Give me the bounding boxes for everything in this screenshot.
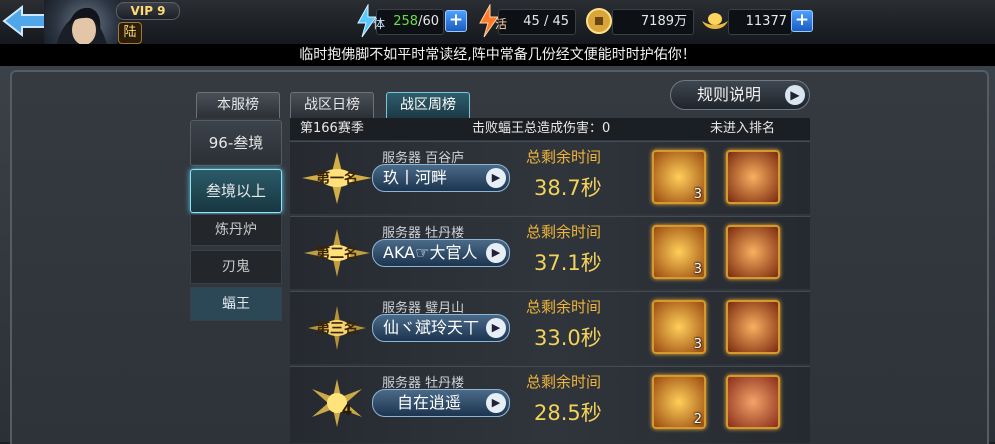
gold-display: 11377 [728, 9, 792, 35]
coins-value: 7189万 [640, 14, 687, 29]
energy-label: 活 [495, 17, 508, 31]
rank-first-emblem: 第一名 [300, 150, 374, 206]
rank-third-label: 第三名 [316, 321, 358, 337]
sidebar-item-alchemy-furnace[interactable]: 炼丹炉 [190, 214, 282, 246]
time-remaining-value: 33.0秒 [534, 326, 602, 350]
reward-count: 3 [693, 187, 702, 202]
player-name-button[interactable]: 仙ヾ斌玲天丅 ▶ [372, 314, 510, 342]
rules-button-label: 规则说明 [697, 85, 762, 104]
time-remaining-value: 37.1秒 [534, 251, 602, 275]
time-remaining-label: 总剩余时间 [526, 298, 602, 316]
treasure-chest-reward-icon[interactable] [726, 225, 780, 279]
rank-star-emblem: 4 [300, 375, 374, 431]
player-name-button[interactable]: 自在逍遥 ▶ [372, 389, 510, 417]
rank-number: 4 [341, 401, 353, 419]
player-name: 玖丨河畔 [383, 168, 448, 187]
treasure-chest-reward-icon[interactable] [726, 150, 780, 204]
coins-display: 7189万 [612, 9, 694, 35]
rank-row: 第二名 服务器 牡丹楼 AKA☞大官人 ▶ 总剩余时间 37.1秒 3 [290, 216, 810, 289]
chevron-right-icon: ▶ [486, 243, 506, 263]
sidebar-item-bat-king[interactable]: 蝠王 [190, 287, 282, 321]
rank-row: 第三名 服务器 璧月山 仙ヾ斌玲天丅 ▶ 总剩余时间 33.0秒 3 [290, 291, 810, 364]
chevron-right-icon: ▶ [486, 318, 506, 338]
rank-third-emblem: 第三名 [300, 300, 374, 356]
time-remaining-value: 38.7秒 [534, 176, 602, 200]
rank-row: 4 服务器 牡丹楼 自在逍遥 ▶ 总剩余时间 28.5秒 2 [290, 366, 810, 443]
rules-button[interactable]: 规则说明 ▶ [670, 80, 810, 110]
player-name: 自在逍遥 [397, 393, 462, 412]
vip-badge: VIP 9 [116, 2, 180, 20]
treasure-chest-reward-icon[interactable] [726, 300, 780, 354]
energy-value: 45 / 45 [523, 14, 569, 29]
player-name: 仙ヾ斌玲天丅 [383, 318, 480, 337]
gold-value: 11377 [745, 14, 787, 29]
chevron-right-icon: ▶ [486, 393, 506, 413]
season-label: 第166赛季 [300, 121, 364, 136]
reward-count: 3 [693, 337, 702, 352]
player-name: AKA☞大官人 [383, 243, 478, 262]
time-remaining-label: 总剩余时间 [526, 148, 602, 166]
rank-row: 第一名 服务器 百谷庐 玖丨河畔 ▶ 总剩余时间 38.7秒 3 [290, 141, 810, 214]
damage-label: 击败蝠王总造成伤害：0 [472, 121, 611, 136]
reward-count: 3 [693, 262, 702, 277]
reward-count: 2 [693, 412, 702, 427]
tab-zone-weekly[interactable]: 战区周榜 [386, 92, 470, 118]
rank-second-label: 第二名 [316, 246, 358, 262]
sidebar-item-96-sanjing[interactable]: 96-叁境 [190, 120, 282, 166]
time-remaining-value: 28.5秒 [534, 401, 602, 425]
rank-status-label: 未进入排名 [710, 121, 776, 136]
sidebar-item-blade-ghost[interactable]: 刃鬼 [190, 250, 282, 284]
energy-display: 活 45 / 45 [495, 9, 576, 35]
add-stamina-button[interactable]: + [445, 10, 467, 32]
player-name-button[interactable]: 玖丨河畔 ▶ [372, 164, 510, 192]
scroll-reward-icon[interactable] [726, 375, 780, 429]
gold-pile-reward-icon[interactable]: 2 [652, 375, 706, 429]
announcement-banner: 临时抱佛脚不如平时常读经,阵中常备几份经文便能时时护佑你！ [0, 44, 995, 66]
player-name-button[interactable]: AKA☞大官人 ▶ [372, 239, 510, 267]
stamina-max: /60 [418, 14, 439, 29]
chevron-right-icon: ▶ [486, 168, 506, 188]
chevron-right-icon: ▶ [785, 85, 805, 105]
rank-first-label: 第一名 [316, 171, 358, 187]
gold-pile-reward-icon[interactable]: 3 [652, 300, 706, 354]
add-gold-button[interactable]: + [791, 10, 813, 32]
back-arrow-icon[interactable] [2, 4, 48, 38]
sidebar-item-sanjing-above[interactable]: 叁境以上 [190, 169, 282, 213]
rank-second-emblem: 第二名 [300, 225, 374, 281]
stamina-label: 体 [373, 17, 386, 31]
tab-zone-daily[interactable]: 战区日榜 [290, 92, 374, 118]
gold-ingot-icon [700, 7, 728, 41]
level-badge: 陆 [118, 22, 142, 44]
time-remaining-label: 总剩余时间 [526, 223, 602, 241]
season-info-bar: 第166赛季 击败蝠王总造成伤害：0 未进入排名 [290, 118, 810, 140]
time-remaining-label: 总剩余时间 [526, 373, 602, 391]
tab-server-rank[interactable]: 本服榜 [196, 92, 280, 118]
gold-pile-reward-icon[interactable]: 3 [652, 150, 706, 204]
coin-icon [586, 7, 612, 41]
gold-pile-reward-icon[interactable]: 3 [652, 225, 706, 279]
stamina-current: 258 [393, 14, 419, 29]
stamina-display: 体 258/60 [373, 9, 444, 35]
